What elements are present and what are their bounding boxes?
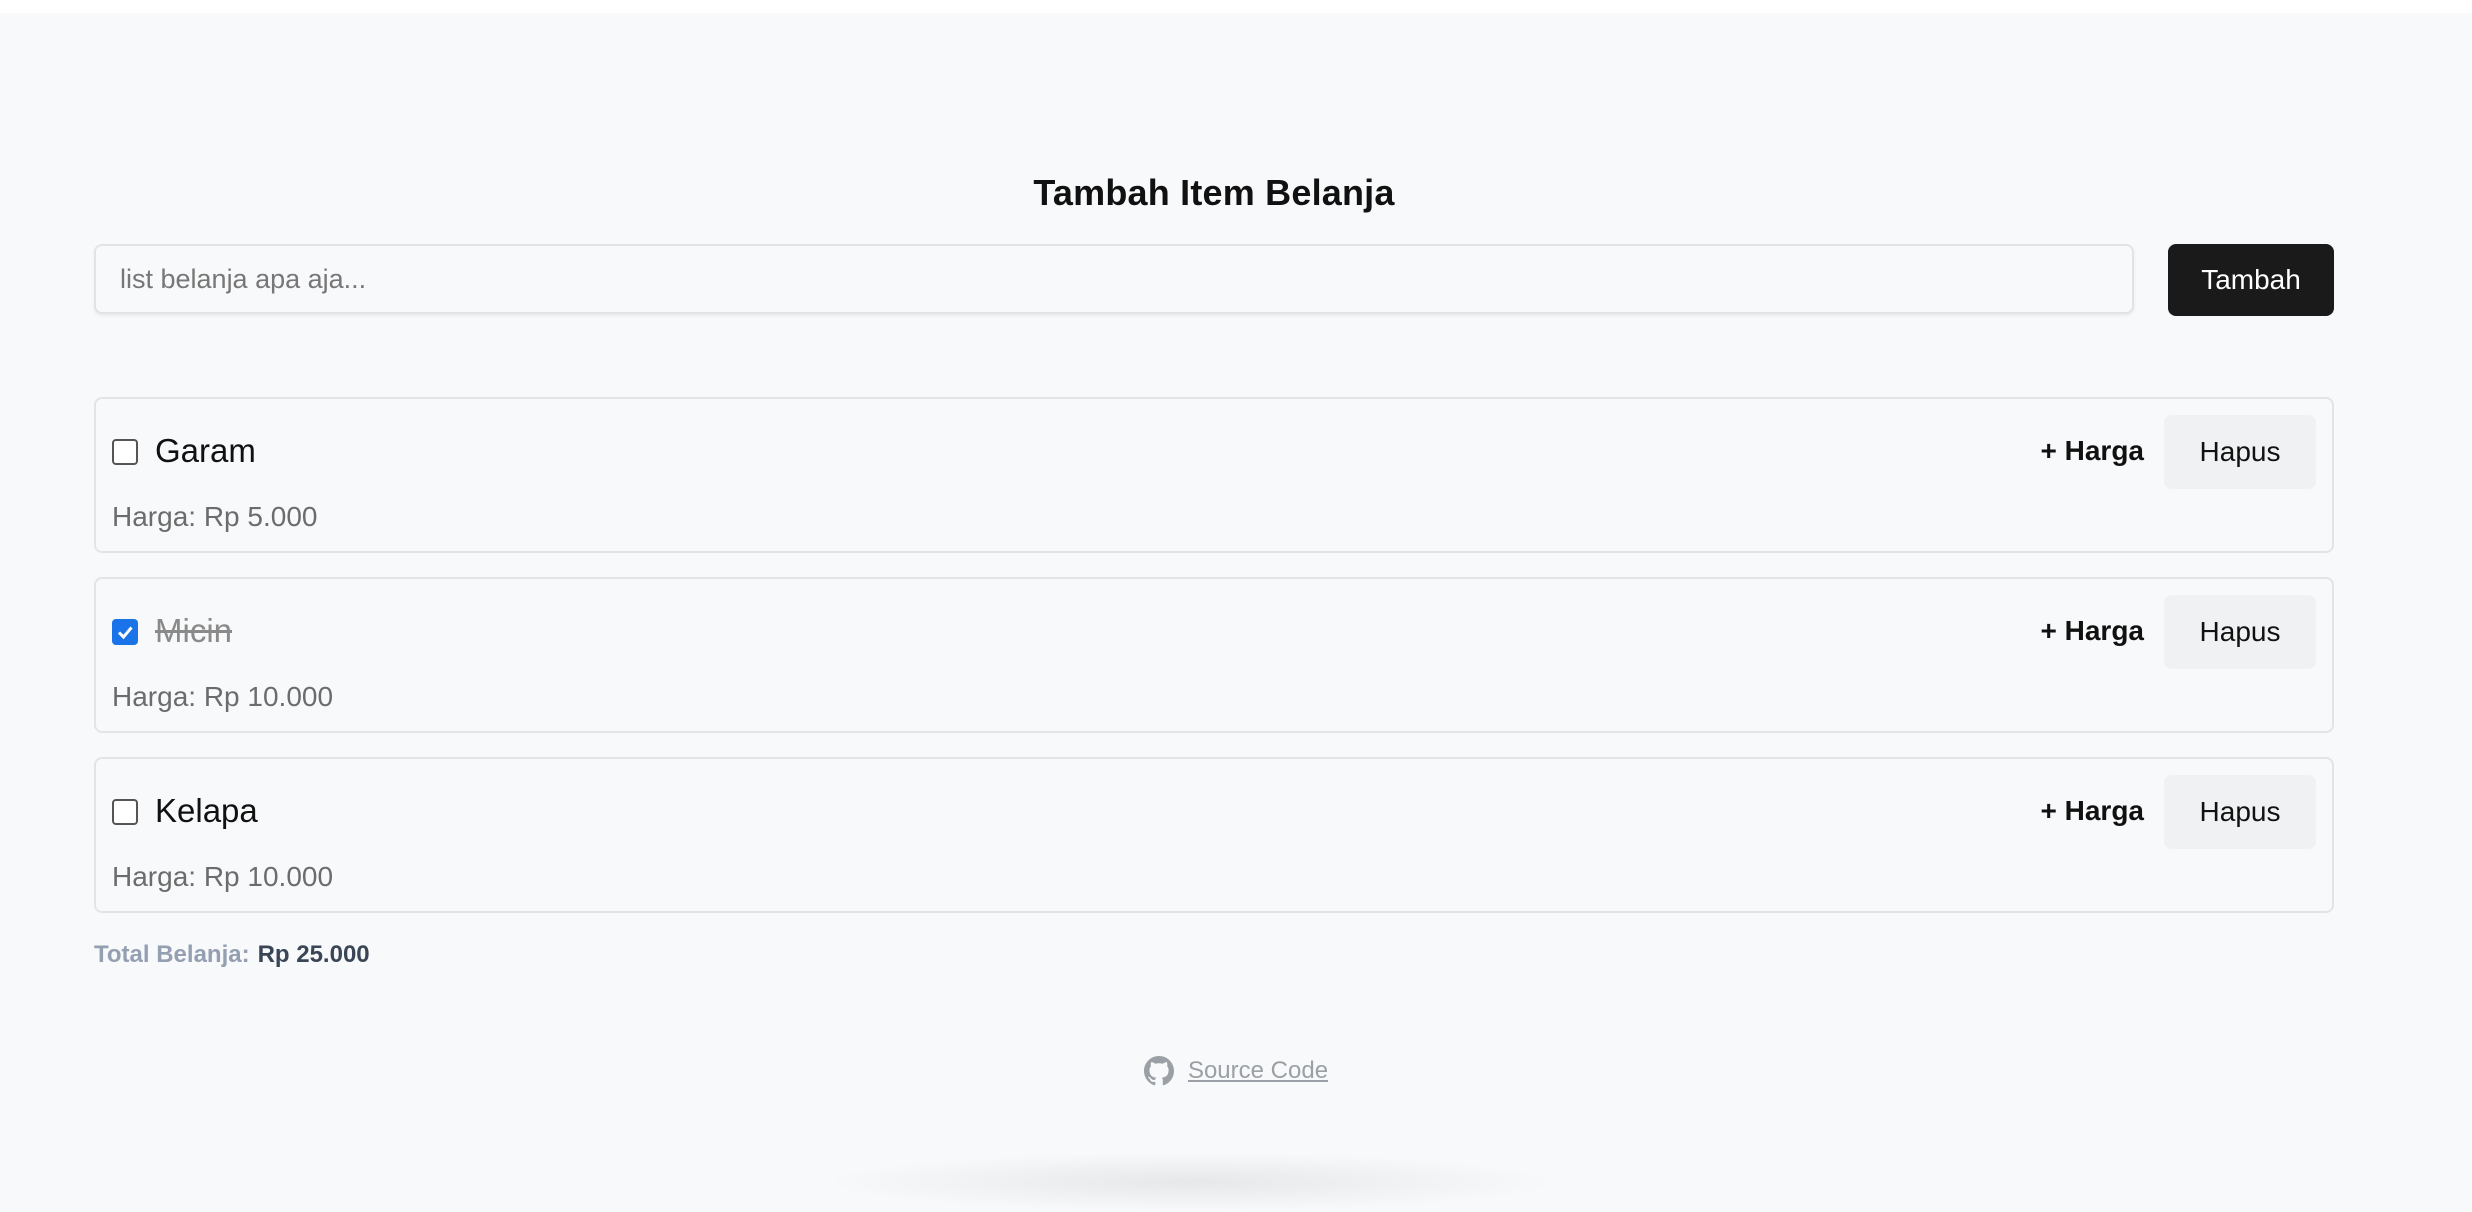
item-price: Harga: Rp 10.000: [112, 681, 334, 712]
source-code-link[interactable]: Source Code: [1188, 1057, 1328, 1085]
page-title: Tambah Item Belanja: [1033, 172, 1395, 213]
item-price: Harga: Rp 5.000: [112, 501, 318, 532]
add-item-form: Tambah: [94, 244, 2334, 316]
list-item: Micin + Harga Hapus Harga: Rp 10.000: [94, 577, 2334, 733]
delete-button[interactable]: Hapus: [2164, 415, 2316, 489]
item-name: Garam: [155, 432, 256, 469]
item-price: Harga: Rp 10.000: [112, 861, 334, 892]
bottom-shadow: [820, 1152, 1560, 1212]
total-value: Rp 25.000: [257, 941, 370, 968]
item-checkbox[interactable]: [112, 439, 138, 465]
github-icon: [1143, 1056, 1174, 1086]
total-label: Total Belanja:: [94, 941, 250, 968]
delete-button[interactable]: Hapus: [2164, 775, 2316, 849]
item-input[interactable]: [94, 244, 2134, 314]
footer: Source Code: [0, 1056, 2472, 1086]
delete-button[interactable]: Hapus: [2164, 595, 2316, 669]
item-checkbox[interactable]: [112, 619, 138, 645]
add-price-button[interactable]: + Harga: [2041, 611, 2145, 651]
top-strip: [0, 0, 2472, 13]
item-name: Micin: [155, 612, 233, 649]
list-item: Kelapa + Harga Hapus Harga: Rp 10.000: [94, 757, 2334, 913]
item-name: Kelapa: [155, 792, 258, 829]
add-price-button[interactable]: + Harga: [2041, 791, 2145, 831]
list-item: Garam + Harga Hapus Harga: Rp 5.000: [94, 397, 2334, 553]
add-price-button[interactable]: + Harga: [2041, 431, 2145, 471]
item-checkbox[interactable]: [112, 799, 138, 825]
add-button[interactable]: Tambah: [2168, 244, 2334, 316]
total-summary: Total Belanja: Rp 25.000: [94, 940, 370, 970]
